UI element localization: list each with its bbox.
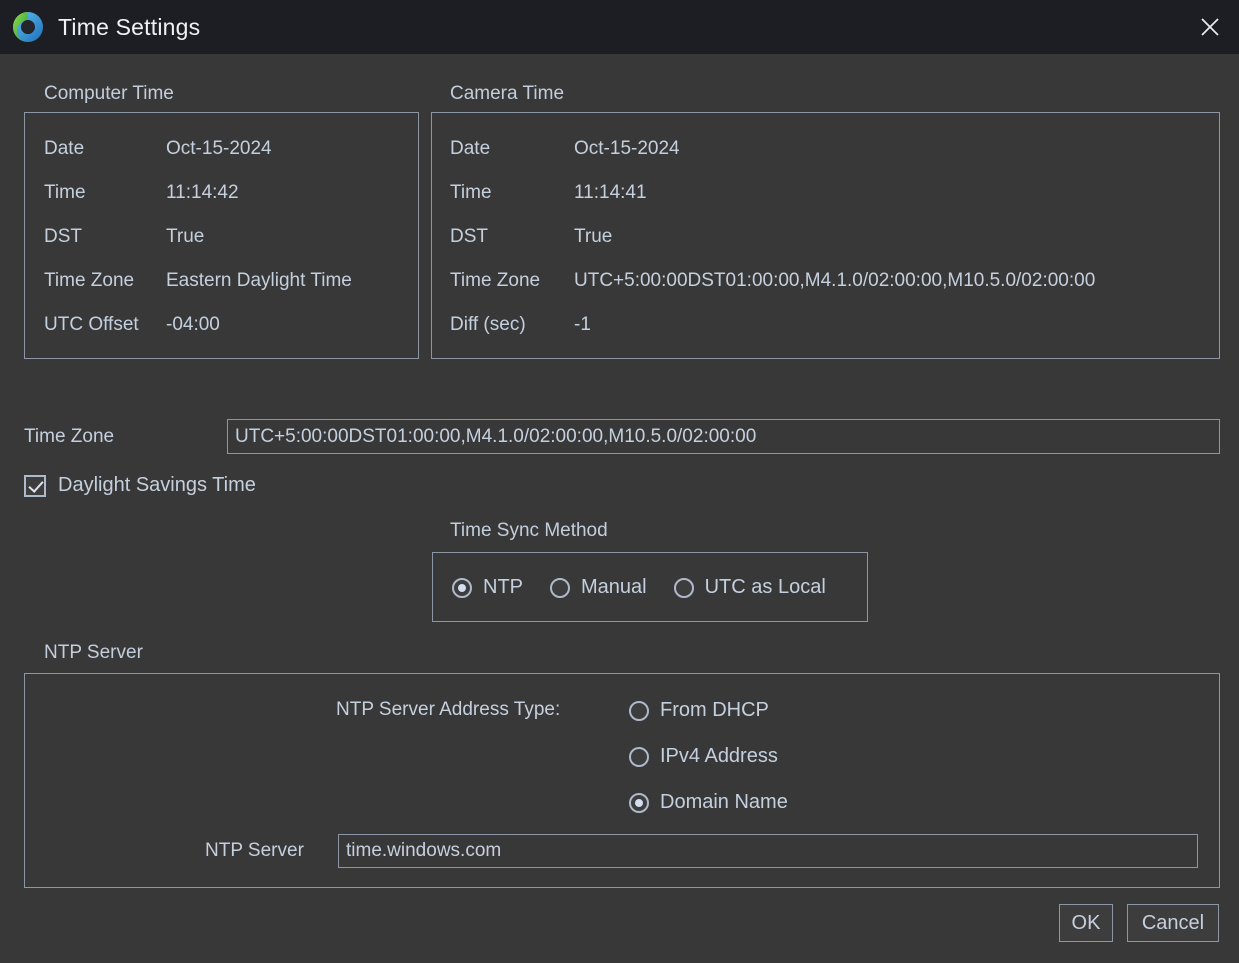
row-key: Date	[450, 138, 491, 159]
camera-globe-logo-icon	[12, 11, 44, 43]
time-settings-dialog: Time Settings Computer Time Date Oct-15-…	[0, 0, 1239, 963]
radio-from-dhcp[interactable]: From DHCP	[629, 699, 769, 722]
ntp-server-input[interactable]	[338, 834, 1198, 868]
window-title: Time Settings	[58, 13, 201, 40]
cancel-button[interactable]: Cancel	[1127, 904, 1219, 942]
radio-icon[interactable]	[550, 577, 570, 598]
radio-manual[interactable]: Manual	[550, 576, 647, 599]
radio-icon[interactable]	[629, 700, 649, 721]
radio-ntp[interactable]: NTP	[452, 576, 523, 599]
camera-time-row-diff: Diff (sec) -1	[450, 314, 591, 336]
time-sync-method-radio-group: NTP Manual UTC as Local	[452, 576, 826, 599]
camera-time-row-time: Time 11:14:41	[450, 182, 647, 204]
radio-utc-as-local[interactable]: UTC as Local	[673, 576, 826, 599]
radio-label: NTP	[483, 576, 523, 598]
time-sync-method-group-label: Time Sync Method	[450, 520, 608, 541]
row-value: UTC+5:00:00DST01:00:00,M4.1.0/02:00:00,M…	[574, 270, 1096, 291]
row-value: Oct-15-2024	[166, 138, 272, 159]
radio-icon[interactable]	[673, 577, 694, 598]
daylight-savings-label: Daylight Savings Time	[58, 474, 256, 496]
row-key: Diff (sec)	[450, 314, 526, 335]
title-bar: Time Settings	[0, 0, 1239, 54]
row-value: True	[574, 226, 613, 247]
camera-time-group-label: Camera Time	[450, 83, 565, 104]
radio-label: UTC as Local	[704, 576, 826, 598]
time-zone-field-label: Time Zone	[24, 426, 115, 447]
radio-icon[interactable]	[452, 577, 472, 598]
row-value: Eastern Daylight Time	[166, 270, 352, 291]
close-icon[interactable]	[1181, 0, 1239, 54]
row-key: DST	[450, 226, 488, 247]
ok-button[interactable]: OK	[1059, 904, 1113, 942]
row-value: 11:14:42	[166, 182, 239, 203]
ntp-server-group-label: NTP Server	[44, 642, 143, 663]
checkbox-icon[interactable]	[24, 474, 46, 497]
row-key: Time Zone	[450, 270, 541, 291]
camera-time-row-timezone: Time Zone UTC+5:00:00DST01:00:00,M4.1.0/…	[450, 270, 1095, 292]
ntp-server-field-label: NTP Server	[205, 840, 304, 861]
radio-ipv4-address[interactable]: IPv4 Address	[629, 745, 778, 768]
row-value: True	[166, 226, 205, 247]
radio-label: Manual	[581, 576, 647, 598]
row-key: Time Zone	[44, 270, 135, 291]
computer-time-group-label: Computer Time	[44, 83, 174, 104]
row-key: Date	[44, 138, 85, 159]
daylight-savings-checkbox-row[interactable]: Daylight Savings Time	[24, 474, 256, 497]
computer-time-row-time: Time 11:14:42	[44, 182, 239, 204]
row-key: DST	[44, 226, 82, 247]
ntp-address-type-label: NTP Server Address Type:	[336, 699, 561, 720]
row-value: 11:14:41	[574, 182, 647, 203]
radio-icon[interactable]	[629, 792, 649, 813]
camera-time-row-date: Date Oct-15-2024	[450, 138, 680, 160]
row-value: -1	[574, 314, 591, 335]
row-key: UTC Offset	[44, 314, 139, 335]
camera-time-row-dst: DST True	[450, 226, 612, 248]
radio-icon[interactable]	[629, 746, 649, 767]
computer-time-row-timezone: Time Zone Eastern Daylight Time	[44, 270, 352, 292]
computer-time-row-utc-offset: UTC Offset -04:00	[44, 314, 220, 336]
row-key: Time	[44, 182, 86, 203]
radio-label: IPv4 Address	[660, 745, 778, 767]
radio-label: Domain Name	[660, 791, 788, 813]
computer-time-row-dst: DST True	[44, 226, 204, 248]
radio-label: From DHCP	[660, 699, 769, 721]
computer-time-row-date: Date Oct-15-2024	[44, 138, 272, 160]
row-value: -04:00	[166, 314, 220, 335]
row-value: Oct-15-2024	[574, 138, 680, 159]
time-zone-input[interactable]	[227, 419, 1220, 454]
row-key: Time	[450, 182, 492, 203]
radio-domain-name[interactable]: Domain Name	[629, 791, 788, 814]
